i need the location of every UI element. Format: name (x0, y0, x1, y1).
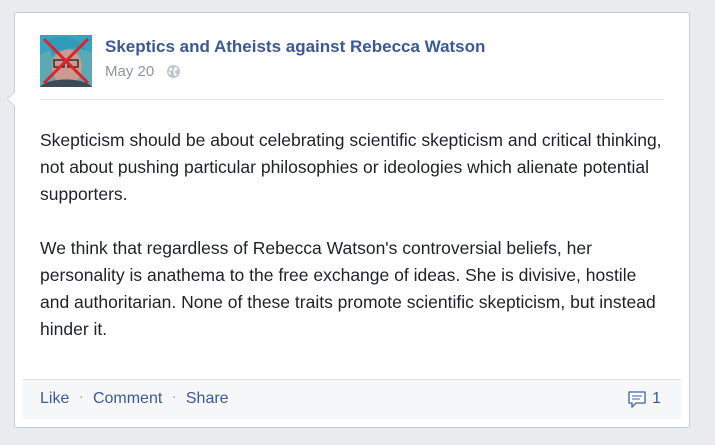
action-separator: · (78, 388, 84, 404)
avatar[interactable] (40, 35, 92, 87)
post-header: Skeptics and Atheists against Rebecca Wa… (40, 35, 664, 100)
comment-link[interactable]: Comment (93, 390, 162, 407)
card-pointer (7, 91, 15, 107)
comment-count: 1 (652, 390, 661, 407)
post-paragraph: We think that regardless of Rebecca Wats… (40, 238, 656, 339)
comment-bubble-icon (627, 390, 647, 408)
post-author-link[interactable]: Skeptics and Atheists against Rebecca Wa… (105, 37, 485, 57)
avatar-image (40, 35, 92, 87)
post-date[interactable]: May 20 (105, 63, 154, 80)
comment-count-button[interactable]: 1 (627, 390, 661, 408)
action-separator: · (171, 388, 177, 404)
post-paragraph: Skepticism should be about celebrating s… (40, 130, 662, 204)
post-footer: Like · Comment · Share 1 (23, 379, 681, 419)
post-meta: May 20 (105, 63, 181, 80)
post-actions: Like · Comment · Share (40, 388, 229, 408)
like-link[interactable]: Like (40, 390, 69, 407)
post-body: Skepticism should be about celebrating s… (40, 127, 670, 370)
share-link[interactable]: Share (186, 390, 229, 407)
globe-icon[interactable] (166, 64, 181, 79)
post-card: Skeptics and Atheists against Rebecca Wa… (7, 12, 690, 428)
